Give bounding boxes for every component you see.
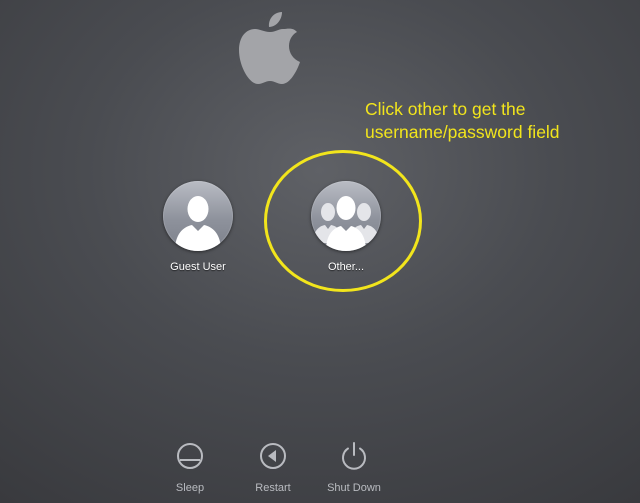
sleep-icon [177,443,203,469]
annotation-line-1: Click other to get the [365,99,526,119]
guest-user-tile[interactable]: Guest User [143,181,253,273]
highlight-circle [264,150,422,292]
restart-icon [260,443,286,469]
sleep-label: Sleep [175,482,205,494]
apple-logo-icon [239,12,300,84]
guest-user-avatar[interactable] [163,181,233,251]
guest-user-name: Guest User [170,261,226,273]
single-user-silhouette-icon [175,196,221,251]
power-icon [342,442,366,470]
shut-down-label: Shut Down [327,482,381,494]
annotation-line-2: username/password field [365,122,560,142]
shut-down-button[interactable]: Shut Down [314,440,394,494]
sleep-button[interactable]: Sleep [150,440,230,494]
restart-label: Restart [255,482,291,494]
annotation-text: Click other to get the username/password… [365,98,625,144]
restart-button[interactable]: Restart [233,440,313,494]
